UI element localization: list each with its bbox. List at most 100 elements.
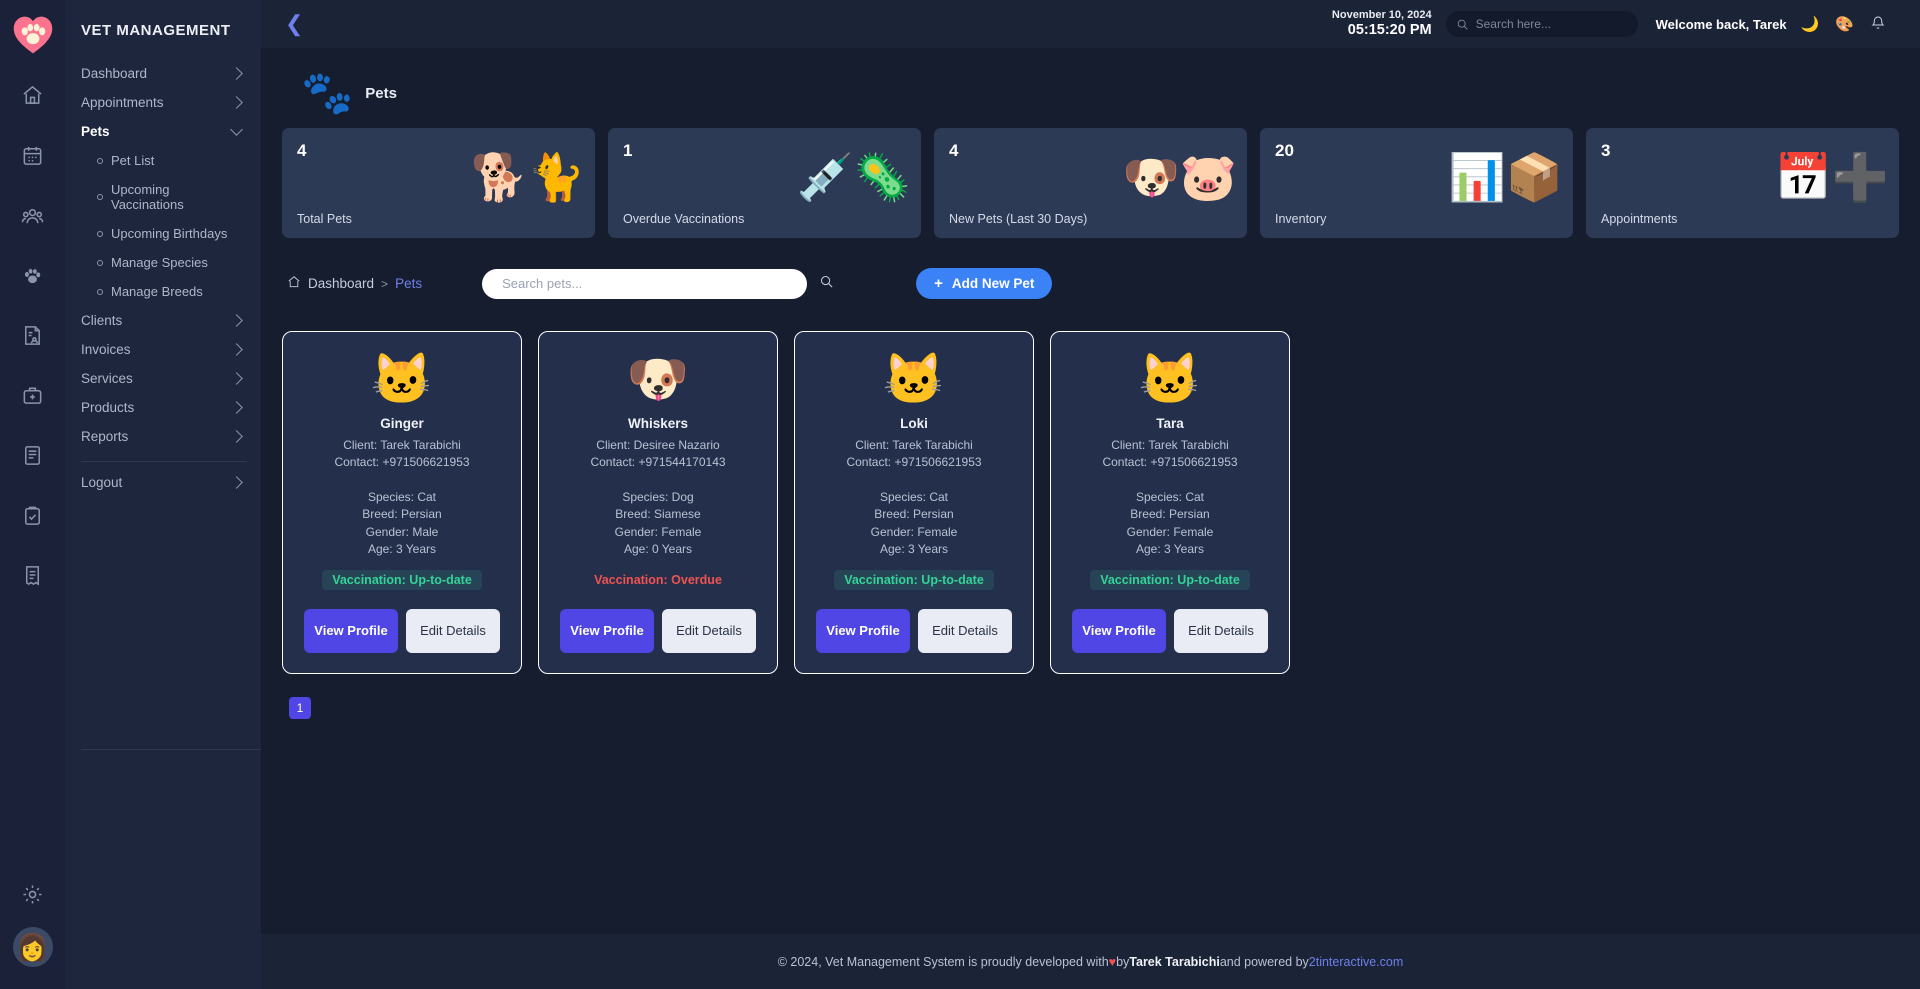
sidebar-subitem-manage-breeds[interactable]: Manage Breeds — [79, 277, 247, 306]
stat-card-total-pets[interactable]: 4 🐕🐈 Total Pets — [282, 128, 595, 238]
pet-search-input[interactable] — [502, 276, 788, 291]
sidebar-subitem-upcoming-birthdays[interactable]: Upcoming Birthdays — [79, 219, 247, 248]
avatar[interactable]: 👩 — [12, 927, 53, 967]
paw-icon[interactable] — [10, 252, 56, 298]
pet-species: Species: Cat — [879, 489, 949, 504]
global-search-input[interactable] — [1475, 17, 1628, 31]
sidebar-item-label: Appointments — [81, 95, 164, 110]
search-icon[interactable] — [819, 274, 834, 294]
sidebar-item-logout[interactable]: Logout — [79, 468, 247, 497]
sidebar-subitem-label: Upcoming Vaccinations — [111, 182, 184, 212]
back-button[interactable]: ❮ — [279, 13, 309, 35]
heart-icon: ♥ — [1108, 954, 1117, 969]
pet-client: Client: Tarek Tarabichi — [1111, 438, 1229, 452]
pagination-page-1[interactable]: 1 — [289, 697, 311, 719]
sidebar-item-clients[interactable]: Clients — [79, 306, 247, 335]
dog-cat-icon: 🐕🐈 — [470, 151, 585, 203]
stat-label: Overdue Vaccinations — [623, 212, 745, 226]
clipboard-check-icon[interactable] — [10, 492, 56, 538]
bell-icon[interactable] — [1870, 15, 1886, 34]
vaccination-status-badge: Vaccination: Up-to-date — [834, 570, 994, 591]
sidebar-item-appointments[interactable]: Appointments — [79, 88, 247, 117]
pet-name: Loki — [900, 416, 928, 431]
document-icon[interactable] — [10, 432, 56, 478]
global-search[interactable] — [1445, 11, 1638, 37]
edit-details-button[interactable]: Edit Details — [406, 609, 500, 654]
sidebar-item-products[interactable]: Products — [79, 393, 247, 422]
footer-company-link[interactable]: 2tinteractive.com — [1309, 955, 1403, 969]
pet-age: Age: 3 Years — [367, 541, 437, 556]
pet-contact: Contact: +971506621953 — [334, 455, 470, 470]
pet-search-group — [482, 268, 834, 299]
sidebar-item-label: Products — [81, 400, 135, 415]
pet-gender: Gender: Female — [1126, 524, 1214, 539]
plus-icon: + — [934, 275, 943, 292]
view-profile-button[interactable]: View Profile — [816, 609, 910, 654]
home-icon[interactable] — [287, 275, 301, 292]
sidebar-subitem-manage-species[interactable]: Manage Species — [79, 248, 247, 277]
pet-card[interactable]: 🐱 Ginger Client: Tarek Tarabichi Contact… — [282, 331, 522, 674]
cat-face-icon: 🐱 — [370, 351, 434, 407]
pet-card-actions: View Profile Edit Details — [1072, 609, 1268, 654]
calendar-icon[interactable] — [10, 132, 56, 178]
chevron-right-icon — [230, 401, 243, 414]
pet-breed: Breed: Persian — [362, 507, 442, 522]
home-icon[interactable] — [10, 72, 56, 118]
gear-icon[interactable] — [10, 871, 56, 917]
pet-card[interactable]: 🐱 Loki Client: Tarek Tarabichi Contact: … — [794, 331, 1034, 674]
stat-card-inventory[interactable]: 20 📊📦 Inventory — [1260, 128, 1573, 238]
pet-card-actions: View Profile Edit Details — [816, 609, 1012, 654]
pet-search-field[interactable] — [482, 268, 808, 299]
records-icon[interactable] — [10, 312, 56, 358]
edit-details-button[interactable]: Edit Details — [918, 609, 1012, 654]
edit-details-button[interactable]: Edit Details — [1174, 609, 1268, 654]
breadcrumb-root[interactable]: Dashboard — [308, 276, 374, 291]
pet-name: Whiskers — [627, 416, 689, 431]
view-profile-button[interactable]: View Profile — [1072, 609, 1166, 654]
pet-age: Age: 0 Years — [623, 541, 693, 556]
chevron-down-icon — [230, 123, 243, 136]
current-date: November 10, 2024 — [1331, 9, 1432, 22]
moon-icon[interactable]: 🌙 — [1801, 17, 1820, 32]
bullet-icon — [97, 157, 103, 164]
sidebar-item-label: Logout — [81, 475, 123, 490]
paw-heart-logo-icon[interactable] — [10, 12, 56, 58]
add-new-pet-button[interactable]: + Add New Pet — [916, 268, 1053, 299]
pet-card-actions: View Profile Edit Details — [304, 609, 500, 654]
pet-contact: Contact: +971506621953 — [1102, 455, 1238, 470]
stat-card-new-pets[interactable]: 4 🐶🐷 New Pets (Last 30 Days) — [934, 128, 1247, 238]
sidebar-item-dashboard[interactable]: Dashboard — [79, 59, 247, 88]
sidebar-item-services[interactable]: Services — [79, 364, 247, 393]
sidebar-item-pets[interactable]: Pets — [79, 117, 247, 146]
icon-rail: 👩 — [0, 0, 65, 989]
pet-contact: Contact: +971506621953 — [846, 455, 982, 470]
clients-icon[interactable] — [10, 192, 56, 238]
stat-card-appointments[interactable]: 3 📅➕ Appointments — [1586, 128, 1899, 238]
pet-meta: Species: Cat Breed: Persian Gender: Male… — [362, 489, 441, 559]
sidebar-item-invoices[interactable]: Invoices — [79, 335, 247, 364]
chevron-right-icon — [230, 96, 243, 109]
pet-species: Species: Cat — [1135, 489, 1205, 504]
stat-card-overdue-vaccinations[interactable]: 1 💉🦠 Overdue Vaccinations — [608, 128, 921, 238]
pet-card[interactable]: 🐶 Whiskers Client: Desiree Nazario Conta… — [538, 331, 778, 674]
medkit-icon[interactable] — [10, 372, 56, 418]
sidebar-subitem-upcoming-vaccinations[interactable]: Upcoming Vaccinations — [79, 175, 247, 219]
page-content: 🐾 Pets 4 🐕🐈 Total Pets 1 💉🦠 Overdue Vacc… — [261, 48, 1920, 934]
toolbar-row: Dashboard > Pets + Add New Pet — [281, 238, 1900, 299]
sidebar-item-reports[interactable]: Reports — [79, 422, 247, 451]
palette-icon[interactable]: 🎨 — [1835, 17, 1854, 32]
pet-card[interactable]: 🐱 Tara Client: Tarek Tarabichi Contact: … — [1050, 331, 1290, 674]
invoice-icon[interactable] — [10, 552, 56, 598]
pet-breed: Breed: Siamese — [615, 507, 701, 522]
edit-details-button[interactable]: Edit Details — [662, 609, 756, 654]
pet-meta: Species: Cat Breed: Persian Gender: Fema… — [1127, 489, 1214, 559]
two-pets-icon: 🐶🐷 — [1122, 151, 1237, 203]
cat-face-icon: 🐱 — [882, 351, 946, 407]
pet-contact: Contact: +971544170143 — [590, 455, 726, 470]
sidebar-subitem-pet-list[interactable]: Pet List — [79, 146, 247, 175]
datetime-display: November 10, 2024 05:15:20 PM — [1332, 9, 1432, 38]
pet-gender: Gender: Male — [365, 524, 439, 539]
view-profile-button[interactable]: View Profile — [560, 609, 654, 654]
view-profile-button[interactable]: View Profile — [304, 609, 398, 654]
sidebar-subitem-label: Upcoming Birthdays — [111, 226, 228, 241]
